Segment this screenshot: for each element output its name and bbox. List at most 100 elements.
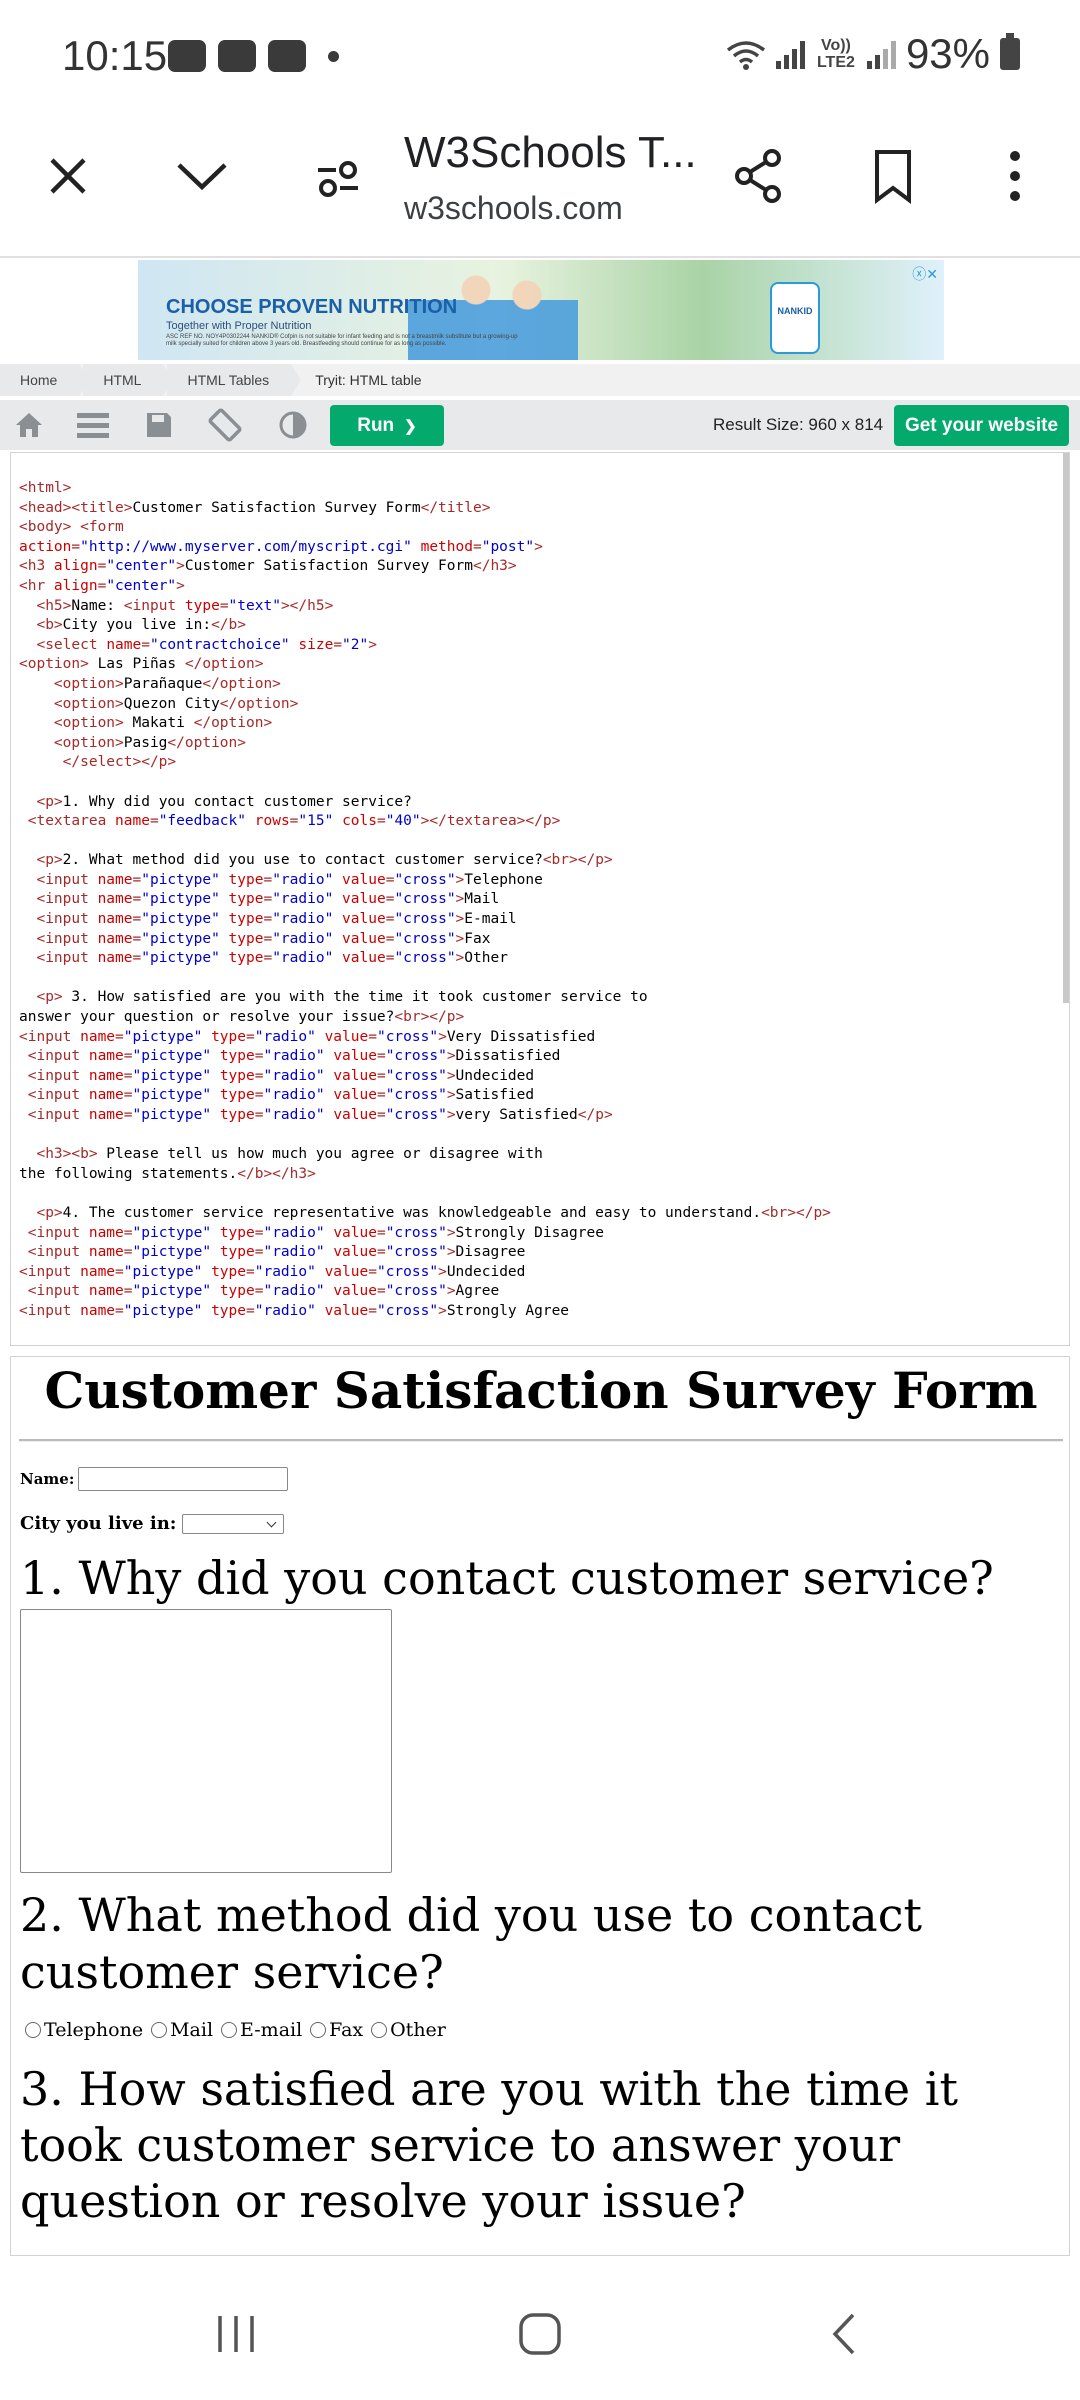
chevron-down-icon[interactable] xyxy=(172,148,232,204)
code-line[interactable] xyxy=(19,832,831,852)
code-token: Agree xyxy=(455,1283,500,1300)
status-right: Vo)) LTE2 93% xyxy=(726,30,1020,78)
code-token: type xyxy=(228,911,264,928)
code-line[interactable]: <b>City you live in:</b> xyxy=(19,616,831,636)
code-line[interactable]: <head><title>Customer Satisfaction Surve… xyxy=(19,499,831,519)
page-settings-icon[interactable] xyxy=(310,150,366,206)
code-line[interactable]: <input name="pictype" type="radio" value… xyxy=(19,1243,831,1263)
code-line[interactable]: </select></p> xyxy=(19,753,831,773)
radio-other[interactable]: Other xyxy=(371,2019,446,2041)
code-line[interactable]: <option>Quezon City</option> xyxy=(19,695,831,715)
recent-apps-icon[interactable] xyxy=(206,2308,266,2360)
code-line[interactable] xyxy=(19,1126,831,1146)
code-token: type xyxy=(228,871,264,888)
home-nav-icon[interactable] xyxy=(510,2308,570,2360)
breadcrumb-html[interactable]: HTML xyxy=(83,364,174,396)
radio-mail[interactable]: Mail xyxy=(151,2019,213,2041)
ad-close-icon[interactable]: ⓧ✕ xyxy=(912,264,938,284)
code-token: name xyxy=(115,813,150,830)
code-line[interactable]: <input name="pictype" type="radio" value… xyxy=(19,1047,831,1067)
code-line[interactable]: <input name="pictype" type="radio" value… xyxy=(19,949,831,969)
code-line[interactable]: <h5>Name: <input type="text"></h5> xyxy=(19,597,831,617)
code-line[interactable] xyxy=(19,1184,831,1204)
run-button[interactable]: Run ❯ xyxy=(330,405,444,446)
code-line[interactable]: <input name="pictype" type="radio" value… xyxy=(19,1263,831,1283)
code-token: "radio" xyxy=(272,911,334,928)
code-line[interactable]: <input name="pictype" type="radio" value… xyxy=(19,1282,831,1302)
code-line[interactable]: <select name="contractchoice" size="2"> xyxy=(19,636,831,656)
breadcrumb-html-tables[interactable]: HTML Tables xyxy=(167,364,301,396)
code-token: type xyxy=(228,930,264,947)
code-line[interactable]: <h3 align="center">Customer Satisfaction… xyxy=(19,557,831,577)
ad-banner[interactable]: CHOOSE PROVEN NUTRITION Together with Pr… xyxy=(138,260,944,360)
code-line[interactable]: <p>2. What method did you use to contact… xyxy=(19,851,831,871)
code-editor[interactable]: <html> <head><title>Customer Satisfaction… xyxy=(10,452,1070,1346)
page-title[interactable]: W3Schools T... xyxy=(404,128,697,178)
radio-button[interactable] xyxy=(151,2022,168,2038)
code-line[interactable]: answer your question or resolve your iss… xyxy=(19,1008,831,1028)
code-line[interactable]: <p>1. Why did you contact customer servi… xyxy=(19,793,831,813)
network-type: Vo)) LTE2 xyxy=(816,37,855,71)
code-line[interactable]: <input name="pictype" type="radio" value… xyxy=(19,1224,831,1244)
home-icon[interactable] xyxy=(12,408,46,442)
code-line[interactable] xyxy=(19,773,831,793)
code-token: "pictype" xyxy=(132,1087,212,1104)
share-icon[interactable] xyxy=(730,146,786,206)
breadcrumb-home[interactable]: Home xyxy=(0,364,90,396)
editor-scrollbar[interactable] xyxy=(1063,453,1069,1003)
code-line[interactable] xyxy=(19,969,831,989)
code-line[interactable]: <input name="pictype" type="radio" value… xyxy=(19,871,831,891)
dark-mode-icon[interactable] xyxy=(276,408,310,442)
page-url[interactable]: w3schools.com xyxy=(404,190,623,227)
code-line[interactable]: <input name="pictype" type="radio" value… xyxy=(19,1106,831,1126)
back-icon[interactable] xyxy=(814,2308,874,2360)
radio-button[interactable] xyxy=(25,2022,41,2038)
code-text[interactable]: <html> <head><title>Customer Satisfaction… xyxy=(19,479,831,1322)
code-line[interactable]: <p>4. The customer service representativ… xyxy=(19,1204,830,1224)
bookmark-icon[interactable] xyxy=(868,146,918,206)
radio-button[interactable] xyxy=(221,2022,238,2038)
city-select[interactable] xyxy=(182,1513,285,1534)
radio-button[interactable] xyxy=(371,2022,388,2038)
feedback-textarea[interactable] xyxy=(20,1609,392,1873)
code-line[interactable]: <p> 3. How satisfied are you with the ti… xyxy=(19,988,831,1008)
code-line[interactable]: <input name="pictype" type="radio" value… xyxy=(19,1302,831,1322)
code-token: "cross" xyxy=(385,1224,447,1241)
code-line[interactable]: <option> Makati </option> xyxy=(19,714,831,734)
code-line[interactable]: <option>Parañaque</option> xyxy=(19,675,831,695)
code-line[interactable]: the following statements.</b></h3> xyxy=(19,1165,831,1185)
code-line[interactable]: <option>Pasig</option> xyxy=(19,734,831,754)
get-website-button[interactable]: Get your website xyxy=(894,405,1069,446)
menu-icon[interactable] xyxy=(76,408,110,442)
code-line[interactable]: <h3><b> Please tell us how much you agre… xyxy=(19,1145,831,1165)
code-line[interactable]: <input name="pictype" type="radio" value… xyxy=(19,910,831,930)
code-line[interactable]: <input name="pictype" type="radio" value… xyxy=(19,1067,831,1087)
code-line[interactable]: <option> Las Piñas </option> xyxy=(19,655,831,675)
code-line[interactable]: <html> xyxy=(19,479,831,499)
more-vert-icon[interactable] xyxy=(1000,146,1030,206)
code-line[interactable]: <hr align="center"> xyxy=(19,577,831,597)
code-line[interactable]: <input name="pictype" type="radio" value… xyxy=(19,1028,831,1048)
rotate-icon[interactable] xyxy=(208,408,242,442)
code-line[interactable]: <textarea name="feedback" rows="15" cols… xyxy=(19,812,831,832)
radio-fax[interactable]: Fax xyxy=(310,2019,363,2041)
code-line[interactable]: <input name="pictype" type="radio" value… xyxy=(19,890,831,910)
name-row: Name: xyxy=(20,1467,289,1491)
code-line[interactable]: <input name="pictype" type="radio" value… xyxy=(19,930,831,950)
code-line[interactable]: <input name="pictype" type="radio" value… xyxy=(19,1086,831,1106)
radio-email[interactable]: E-mail xyxy=(221,2019,302,2041)
save-icon[interactable] xyxy=(142,408,176,442)
code-line[interactable]: action="http://www.myserver.com/myscript… xyxy=(19,538,831,558)
code-token: "radio" xyxy=(254,1028,316,1045)
radio-telephone[interactable]: Telephone xyxy=(25,2019,143,2041)
close-icon[interactable] xyxy=(40,148,96,204)
code-line[interactable]: <body> <form xyxy=(19,518,831,538)
name-input[interactable] xyxy=(78,1467,289,1491)
radio-button[interactable] xyxy=(310,2022,327,2038)
